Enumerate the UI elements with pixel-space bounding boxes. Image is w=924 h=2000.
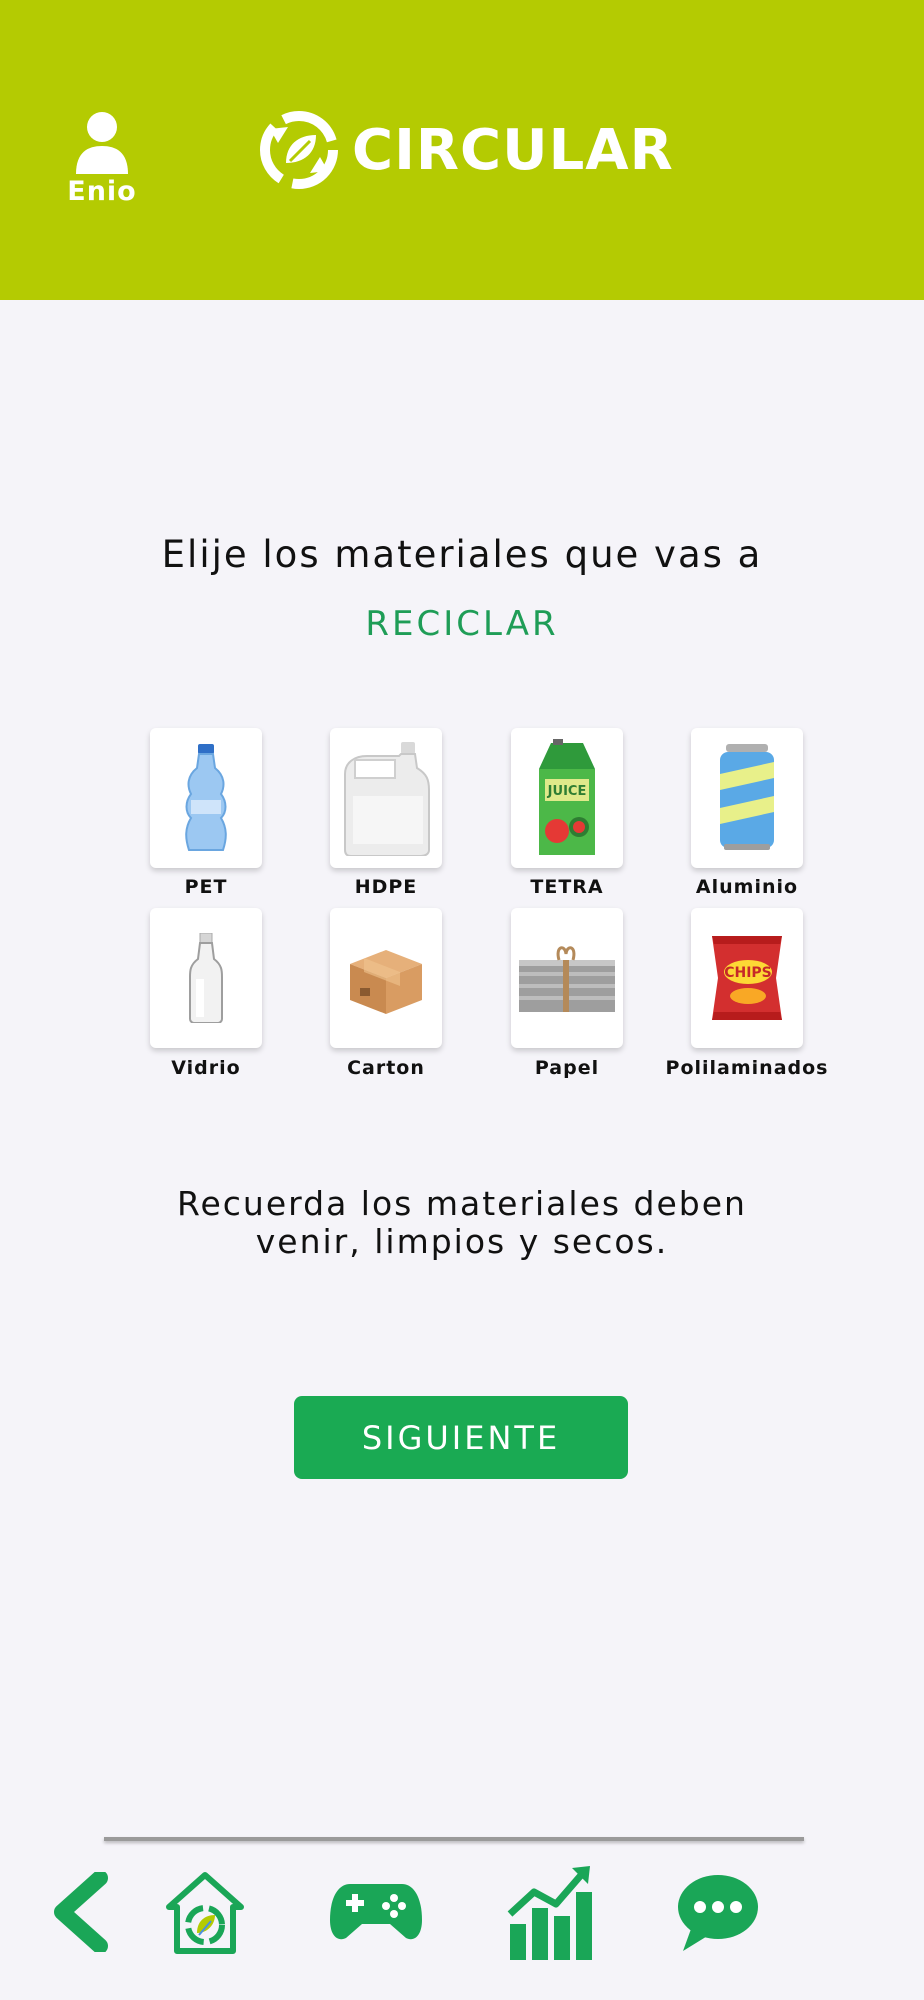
- stats-chart-icon: [507, 1866, 592, 1960]
- note-line-1: Recuerda los materiales deben: [177, 1184, 747, 1223]
- material-label-vidrio: Vidrio: [171, 1057, 241, 1079]
- nav-chat[interactable]: [676, 1872, 760, 1952]
- brand-logo: CIRCULAR: [258, 105, 674, 195]
- soda-can-icon: [720, 744, 774, 850]
- material-label-pet: PET: [184, 876, 228, 898]
- nav-divider: [104, 1837, 804, 1841]
- nav-stats[interactable]: [506, 1864, 592, 1960]
- plastic-bottle-icon: [185, 744, 227, 851]
- material-label-tetra: TETRA: [530, 876, 604, 898]
- user-icon: [76, 112, 128, 174]
- material-tile-aluminio[interactable]: [691, 728, 803, 868]
- user-name: Enio: [67, 176, 137, 207]
- cardboard-box-icon: [350, 950, 422, 1014]
- material-label-papel: Papel: [534, 1057, 600, 1079]
- note-line-2: venir, limpios y secos.: [255, 1222, 669, 1261]
- page-title: Elije los materiales que vas a: [161, 533, 763, 576]
- material-tile-papel[interactable]: [511, 908, 623, 1048]
- nav-back[interactable]: [44, 1870, 114, 1954]
- brand-name: CIRCULAR: [352, 117, 674, 183]
- user-profile[interactable]: Enio: [58, 110, 146, 207]
- nav-home[interactable]: [162, 1868, 248, 1958]
- material-tile-pet[interactable]: [150, 728, 262, 868]
- material-tile-polilaminados[interactable]: CHIPS: [691, 908, 803, 1048]
- chips-bag-icon: CHIPS: [712, 936, 782, 1020]
- svg-text:CHIPS: CHIPS: [724, 965, 772, 981]
- recycle-leaf-icon: [260, 111, 338, 189]
- glass-bottle-icon: [189, 933, 223, 1023]
- juice-carton-icon: JUICE: [539, 739, 595, 855]
- accent-word: RECICLAR: [365, 604, 559, 644]
- newspaper-stack-icon: [519, 946, 615, 1012]
- back-arrow-icon: [54, 1872, 108, 1952]
- material-label-aluminio: Aluminio: [695, 876, 799, 898]
- material-tile-hdpe[interactable]: [330, 728, 442, 868]
- next-button[interactable]: SIGUIENTE: [294, 1396, 628, 1479]
- jug-icon: [344, 742, 430, 856]
- cleanliness-note: Recuerda los materiales deben venir, lim…: [0, 1185, 924, 1261]
- svg-text:JUICE: JUICE: [547, 784, 587, 799]
- home-recycle-icon: [166, 1872, 244, 1954]
- material-tile-carton[interactable]: [330, 908, 442, 1048]
- material-label-hdpe: HDPE: [354, 876, 418, 898]
- gamepad-icon: [330, 1884, 422, 1940]
- nav-games[interactable]: [330, 1876, 422, 1946]
- material-label-polilaminados: Polilaminados: [665, 1057, 829, 1079]
- material-tile-vidrio[interactable]: [150, 908, 262, 1048]
- app-header: Enio CIRCULAR: [0, 0, 924, 300]
- chat-icon: [678, 1875, 758, 1951]
- material-label-carton: Carton: [347, 1057, 425, 1079]
- material-tile-tetra[interactable]: JUICE: [511, 728, 623, 868]
